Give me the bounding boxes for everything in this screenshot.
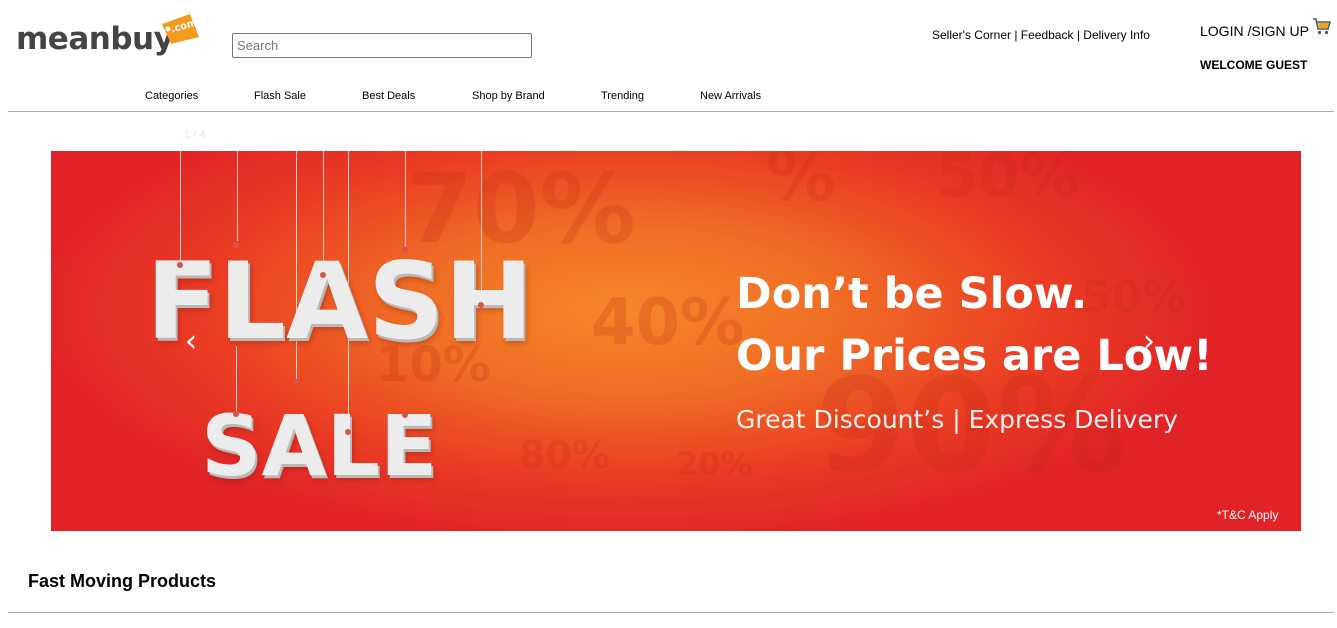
nav-item-flash-sale[interactable]: Flash Sale xyxy=(254,90,306,102)
tag-hole xyxy=(293,379,299,385)
nav-item-new-arrivals[interactable]: New Arrivals xyxy=(700,90,761,102)
search-input[interactable] xyxy=(232,33,532,58)
bg-percent: 50% xyxy=(1081,272,1187,323)
chevron-right-icon[interactable]: › xyxy=(1143,327,1155,357)
tag-hole xyxy=(177,262,183,268)
tag-hole xyxy=(478,302,484,308)
bg-percent: 20% xyxy=(676,445,753,483)
delivery-info-link[interactable]: Delivery Info xyxy=(1083,28,1150,42)
section-title: Fast Moving Products xyxy=(28,571,217,591)
flash-letter: FLASH xyxy=(146,240,534,363)
tag-hole xyxy=(233,242,239,248)
hero-banner[interactable]: 70% 50% % 40% 10% 80% 20% 90% 50% FLASH … xyxy=(51,151,1301,531)
bg-percent: % xyxy=(766,151,837,217)
welcome-text: WELCOME GUEST xyxy=(1200,58,1308,72)
cart-icon[interactable] xyxy=(1312,17,1332,37)
top-links: Seller's Corner | Feedback | Delivery In… xyxy=(932,28,1150,42)
tag-hole xyxy=(402,412,408,418)
terms-note: *T&C Apply xyxy=(1217,508,1279,522)
login-signup-link[interactable]: LOGIN /SIGN UP xyxy=(1200,23,1309,39)
bg-percent: 80% xyxy=(519,433,610,477)
hanging-string xyxy=(405,151,406,251)
link-separator: | xyxy=(1010,28,1021,42)
banner-headline-1: Don’t be Slow. xyxy=(736,269,1088,319)
banner-subline: Great Discount’s | Express Delivery xyxy=(736,405,1178,434)
feedback-link[interactable]: Feedback xyxy=(1021,28,1074,42)
hanging-string xyxy=(237,151,238,241)
logo-wordmark: meanbuy xyxy=(16,21,174,57)
main-nav: Categories Flash Sale Best Deals Shop by… xyxy=(0,90,1337,106)
sellers-corner-link[interactable]: Seller's Corner xyxy=(932,28,1011,42)
nav-item-trending[interactable]: Trending xyxy=(601,90,644,102)
banner-headline-2: Our Prices are Low! xyxy=(736,331,1213,381)
section-divider xyxy=(8,612,1334,613)
bg-percent: 40% xyxy=(591,286,745,360)
tag-hole xyxy=(233,411,239,417)
tag-hole xyxy=(320,272,326,278)
tag-hole xyxy=(402,247,408,253)
tag-hole xyxy=(345,429,351,435)
bg-percent: 50% xyxy=(936,151,1080,211)
nav-item-categories[interactable]: Categories xyxy=(145,90,198,102)
chevron-left-icon[interactable]: ‹ xyxy=(185,327,197,357)
site-logo[interactable]: meanbuy .com xyxy=(16,12,206,62)
header-divider xyxy=(8,111,1334,112)
link-separator: | xyxy=(1073,28,1084,42)
nav-item-best-deals[interactable]: Best Deals xyxy=(362,90,415,102)
nav-item-shop-by-brand[interactable]: Shop by Brand xyxy=(472,90,545,102)
slide-counter: 1 / 4 xyxy=(184,129,206,141)
